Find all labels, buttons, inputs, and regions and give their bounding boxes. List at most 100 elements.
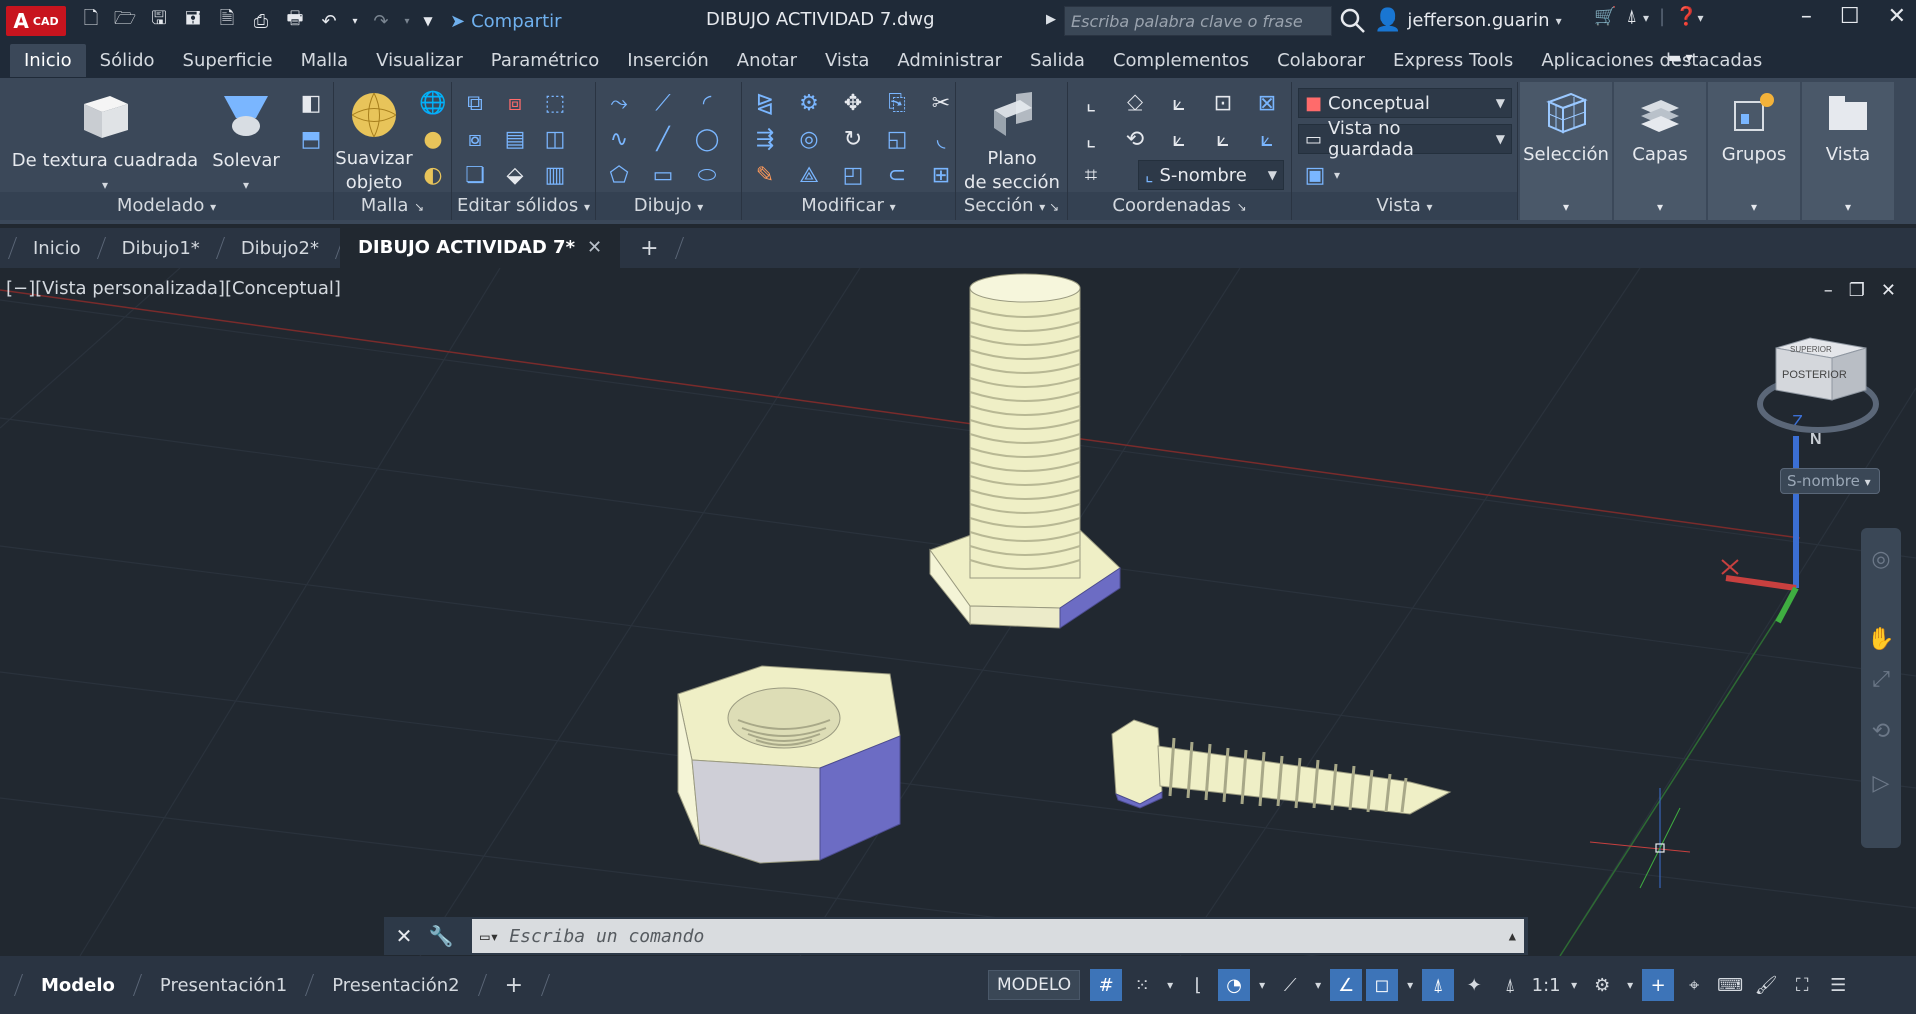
customization-menu-icon[interactable]: ☰ [1822,969,1854,1001]
panel-title-malla[interactable]: Malla ↘ [334,192,451,220]
polar-dropdown-icon[interactable]: ▾ [1254,969,1270,1001]
tab-solido[interactable]: Sólido [86,44,169,77]
doc-tab-inicio[interactable]: Inicio [13,238,101,259]
loft-button[interactable]: Solevar ▾ [200,90,292,197]
intersect-icon[interactable]: ⧇ [458,124,492,154]
ucs-y-icon[interactable]: ⟀ [1206,124,1240,154]
ucs-3point-icon[interactable]: ⌗ [1074,160,1108,190]
spline-icon[interactable]: ∿ [602,124,636,154]
ucs-z-icon[interactable]: ⟀ [1250,124,1284,154]
extrude-faces-icon[interactable]: ▤ [498,124,532,154]
scale-icon[interactable]: ◰ [836,160,870,190]
union-icon[interactable]: ⧉ [458,88,492,118]
open-icon[interactable]: 🗁 [110,6,140,36]
tab-parametrico[interactable]: Paramétrico [477,44,613,77]
tab-aplicaciones[interactable]: Aplicaciones destacadas [1527,44,1776,77]
add-layout-button[interactable]: + [483,973,545,998]
mesh-globe-icon[interactable]: 🌐 [416,88,450,118]
3d-mirror-icon[interactable]: ⟁ [792,160,826,190]
trim-icon[interactable]: ✂ [924,88,958,118]
workspace-dropdown-icon[interactable]: ▾ [1622,969,1638,1001]
close-tab-icon[interactable]: ✕ [587,237,602,258]
groups-tile[interactable]: Grupos ▾ [1708,82,1800,220]
ucs-previous-icon[interactable]: ⟲ [1118,124,1152,154]
ucs-world-icon[interactable]: ⎐ [1118,88,1152,118]
command-prompt-icon[interactable]: ▭▾ [480,927,499,946]
ucs-view-icon[interactable]: ⊡ [1206,88,1240,118]
tab-anotar[interactable]: Anotar [723,44,811,77]
3d-gizmo-icon[interactable]: ⚙ [792,88,826,118]
tab-colaborar[interactable]: Colaborar [1263,44,1379,77]
undo-icon[interactable]: ↶ [314,6,344,36]
mesh-sphere-icon[interactable]: ● [416,124,450,154]
polyline-icon[interactable]: ⤳ [602,88,636,118]
command-history-icon[interactable]: ▲ [1509,929,1516,943]
annotation-monitor-icon[interactable]: + [1642,969,1675,1001]
viewport-config-icon[interactable]: ▣ [1298,160,1332,190]
tab-express-tools[interactable]: Express Tools [1379,44,1527,77]
interfere-icon[interactable]: ❏ [458,160,492,190]
zoom-extents-icon[interactable]: ⤢ [1864,664,1898,694]
hardware-acceleration-icon[interactable]: ⌨ [1714,969,1746,1001]
pan-icon[interactable]: ✋ [1864,624,1898,654]
polygon-icon[interactable]: ⬠ [602,160,636,190]
orbit-icon[interactable]: ⟲ [1864,716,1898,746]
user-menu[interactable]: 👤 jefferson.guarin ▾ [1374,8,1562,33]
layout-tab-presentacion1[interactable]: Presentación1 [138,975,309,996]
ucs-object-icon[interactable]: ⊠ [1250,88,1284,118]
ortho-icon[interactable]: ⌊ [1182,969,1214,1001]
visual-style-combo[interactable]: ■ Conceptual ▼ [1298,88,1512,118]
isodraft-icon[interactable]: ⟋ [1274,969,1306,1001]
polar-icon[interactable]: ◔ [1218,969,1251,1001]
share-button[interactable]: ➤ Compartir [450,11,562,32]
scale-display[interactable]: 1:1 [1530,969,1562,1001]
scale-dropdown-icon[interactable]: ▾ [1566,969,1582,1001]
print-icon[interactable]: 🖶 [280,6,310,36]
workspace-gear-icon[interactable]: ⚙ [1586,969,1618,1001]
panel-title-coordenadas[interactable]: Coordenadas ↘ [1068,192,1291,220]
copy-icon[interactable]: ⎘ [880,88,914,118]
doc-tab-dibujo2[interactable]: Dibujo2* [221,238,339,259]
polysolid-icon[interactable]: ⬒ [294,124,328,154]
mirror-icon[interactable]: ⧎ [748,88,782,118]
arc-icon[interactable]: ◜ [690,88,724,118]
array-icon[interactable]: ⊞ [924,160,958,190]
tab-salida[interactable]: Salida [1016,44,1099,77]
tab-superficie[interactable]: Superficie [169,44,287,77]
new-tab-button[interactable]: + [620,236,678,261]
ucs-face-icon[interactable]: ⌞ [1074,124,1108,154]
ucs-name-combo[interactable]: ⌞ S-nombre ▼ [1138,160,1284,190]
publish-icon[interactable]: 🗎 [212,6,242,36]
tab-malla[interactable]: Malla [287,44,363,77]
iso-dropdown-icon[interactable]: ▾ [1310,969,1326,1001]
ribbon-minimize-icon[interactable]: ▬ ▾ [1668,50,1708,72]
slice-icon[interactable]: ⬙ [498,160,532,190]
snap-dropdown-icon[interactable]: ▾ [1162,969,1178,1001]
erase-icon[interactable]: ✎ [748,160,782,190]
smooth-object-button[interactable]: Suavizar objeto [334,90,414,195]
layout-tab-modelo[interactable]: Modelo [19,975,137,996]
rotate-icon[interactable]: ↻ [836,124,870,154]
customize-qat-icon[interactable]: ▼ [418,6,438,36]
annotation-visibility-icon[interactable]: ⍋ [1422,969,1455,1001]
save-as-icon[interactable]: 🖬 [178,6,208,36]
fillet-icon[interactable]: ◟ [924,124,958,154]
panel-title-dibujo[interactable]: Dibujo ▾ [596,192,741,220]
wcs-menu[interactable]: S-nombre ▾ [1780,468,1880,494]
autodesk-a-icon[interactable]: ⍋ ▾ [1626,6,1649,27]
3d-rotate-icon[interactable]: ◎ [792,124,826,154]
undo-dropdown-icon[interactable]: ▾ [348,6,362,36]
layout-tab-presentacion2[interactable]: Presentación2 [310,975,481,996]
plot-icon[interactable]: ⎙ [246,6,276,36]
viewport-restore-icon[interactable]: ❐ [1849,280,1865,301]
line-3d-icon[interactable]: ⟋ [646,88,680,118]
tab-inicio[interactable]: Inicio [10,43,86,77]
otrack-icon[interactable]: ∠ [1330,969,1363,1001]
play-icon[interactable]: ▶ [1046,12,1056,27]
command-input[interactable]: ▭▾ Escriba un comando ▲ [472,919,1524,953]
separate-icon[interactable]: ◫ [538,124,572,154]
ellipse-icon[interactable]: ⬭ [690,160,724,190]
clean-screen-icon[interactable]: ⛶ [1786,969,1818,1001]
redo-icon[interactable]: ↷ [366,6,396,36]
tab-insercion[interactable]: Inserción [613,44,723,77]
